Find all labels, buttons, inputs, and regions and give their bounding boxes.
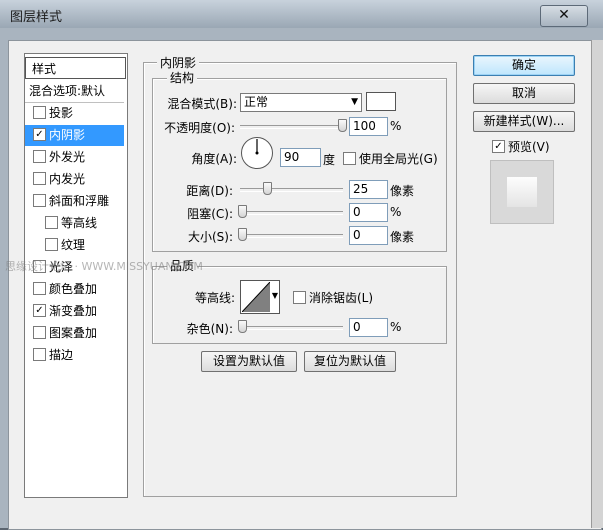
choke-unit: % <box>390 205 402 219</box>
style-item[interactable]: 斜面和浮雕 <box>25 191 124 212</box>
opacity-slider-track[interactable] <box>240 125 343 129</box>
antialias-checkbox[interactable]: 消除锯齿(L) <box>293 289 373 306</box>
make-default-button[interactable]: 设置为默认值 <box>201 351 297 372</box>
distance-slider-thumb[interactable] <box>263 182 272 195</box>
style-item-checkbox[interactable] <box>33 282 46 295</box>
noise-input[interactable]: 0 <box>349 318 388 337</box>
contour-dropdown-icon: ▼ <box>271 291 278 300</box>
distance-label: 距离(D): <box>186 184 233 198</box>
preview-swatch <box>507 177 537 207</box>
style-item-label: 内阴影 <box>49 128 86 142</box>
antialias-box <box>293 291 306 304</box>
size-input[interactable]: 0 <box>349 226 388 245</box>
choke-slider-thumb[interactable] <box>238 205 247 218</box>
shadow-color-swatch[interactable] <box>366 92 396 111</box>
style-item-label: 外发光 <box>49 150 86 164</box>
size-label: 大小(S): <box>187 230 233 244</box>
styles-header[interactable]: 样式 <box>25 57 126 79</box>
style-item-label: 纹理 <box>61 238 86 252</box>
blend-mode-value: 正常 <box>244 95 269 109</box>
noise-slider-track[interactable] <box>240 326 343 330</box>
preview-label: 预览(V) <box>508 140 550 154</box>
noise-label: 杂色(N): <box>186 322 233 336</box>
angle-label: 角度(A): <box>191 152 237 166</box>
style-item-checkbox[interactable] <box>33 150 46 163</box>
dialog-title: 图层样式 <box>10 10 63 25</box>
antialias-label: 消除锯齿(L) <box>309 291 374 305</box>
close-icon: ✕ <box>558 7 570 23</box>
style-item-checkbox[interactable] <box>33 348 46 361</box>
angle-input[interactable]: 90 <box>280 148 321 167</box>
chevron-down-icon: ▼ <box>351 97 358 107</box>
opacity-label: 不透明度(O): <box>164 121 235 135</box>
style-item-label: 描边 <box>49 348 74 362</box>
style-item-checkbox[interactable]: ✓ <box>33 304 46 317</box>
cancel-button[interactable]: 取消 <box>473 83 575 104</box>
opacity-slider-thumb[interactable] <box>338 119 347 132</box>
angle-dial[interactable] <box>240 136 274 170</box>
style-item[interactable]: 投影 <box>25 103 124 124</box>
noise-slider-thumb[interactable] <box>238 320 247 333</box>
style-item-label: 混合选项:默认 <box>29 84 106 98</box>
background-app-strip <box>591 40 603 528</box>
ok-button[interactable]: 确定 <box>473 55 575 76</box>
choke-slider-track[interactable] <box>240 211 343 215</box>
size-unit: 像素 <box>390 230 415 244</box>
noise-unit: % <box>390 320 402 334</box>
close-button[interactable]: ✕ <box>540 5 588 27</box>
style-item[interactable]: 混合选项:默认 <box>25 81 124 103</box>
style-item[interactable]: 描边 <box>25 345 124 366</box>
style-item[interactable]: ✓ 渐变叠加 <box>25 301 124 322</box>
title-bar[interactable]: 图层样式 ✕ <box>0 0 603 28</box>
contour-label: 等高线: <box>194 291 235 305</box>
style-item[interactable]: 纹理 <box>25 235 124 256</box>
style-item-checkbox[interactable] <box>45 238 58 251</box>
layer-style-dialog: 图层样式 ✕ 样式 混合选项:默认 投影 ✓ 内阴影 外发光 内发光 斜面和浮雕 等高线 纹理光… <box>0 0 603 530</box>
reset-default-button[interactable]: 复位为默认值 <box>304 351 396 372</box>
choke-input[interactable]: 0 <box>349 203 388 222</box>
new-style-button[interactable]: 新建样式(W)... <box>473 111 575 132</box>
contour-picker[interactable]: ▼ <box>240 280 280 314</box>
style-preview-thumbnail <box>490 160 554 224</box>
style-item-checkbox[interactable] <box>33 106 46 119</box>
style-item-checkbox[interactable] <box>45 216 58 229</box>
watermark-text: 思缘设计论坛 · WWW.MISSYUAN.COM <box>5 260 203 273</box>
preview-box: ✓ <box>492 140 505 153</box>
style-item-label: 斜面和浮雕 <box>49 194 110 208</box>
size-slider-track[interactable] <box>240 234 343 238</box>
choke-label: 阻塞(C): <box>187 207 233 221</box>
style-item-checkbox[interactable]: ✓ <box>33 128 46 141</box>
blend-mode-select[interactable]: 正常 ▼ <box>240 93 362 112</box>
distance-input[interactable]: 25 <box>349 180 388 199</box>
style-item[interactable]: 内发光 <box>25 169 124 190</box>
style-item-label: 投影 <box>49 106 74 120</box>
global-light-label: 使用全局光(G) <box>359 152 438 166</box>
style-item-label: 图案叠加 <box>49 326 98 340</box>
distance-slider-track[interactable] <box>240 188 343 192</box>
blend-mode-label: 混合模式(B): <box>167 97 237 111</box>
style-item[interactable]: 图案叠加 <box>25 323 124 344</box>
style-item-label: 渐变叠加 <box>49 304 98 318</box>
style-item-checkbox[interactable] <box>33 194 46 207</box>
style-item-checkbox[interactable] <box>33 326 46 339</box>
angle-unit: 度 <box>323 153 336 167</box>
distance-unit: 像素 <box>390 184 415 198</box>
style-item[interactable]: 等高线 <box>25 213 124 234</box>
structure-title: 结构 <box>167 69 198 86</box>
contour-preview-icon <box>242 282 270 312</box>
style-item[interactable]: 外发光 <box>25 147 124 168</box>
style-item-checkbox[interactable] <box>33 172 46 185</box>
style-item-label: 等高线 <box>61 216 98 230</box>
opacity-unit: % <box>390 119 402 133</box>
styles-header-label: 样式 <box>32 62 57 76</box>
style-item[interactable]: 颜色叠加 <box>25 279 124 300</box>
global-light-checkbox[interactable]: 使用全局光(G) <box>343 150 438 167</box>
style-item-label: 内发光 <box>49 172 86 186</box>
size-slider-thumb[interactable] <box>238 228 247 241</box>
style-item-label: 颜色叠加 <box>49 282 98 296</box>
style-item[interactable]: ✓ 内阴影 <box>25 125 124 146</box>
preview-checkbox[interactable]: ✓ 预览(V) <box>492 138 550 155</box>
global-light-box <box>343 152 356 165</box>
opacity-input[interactable]: 100 <box>349 117 388 136</box>
